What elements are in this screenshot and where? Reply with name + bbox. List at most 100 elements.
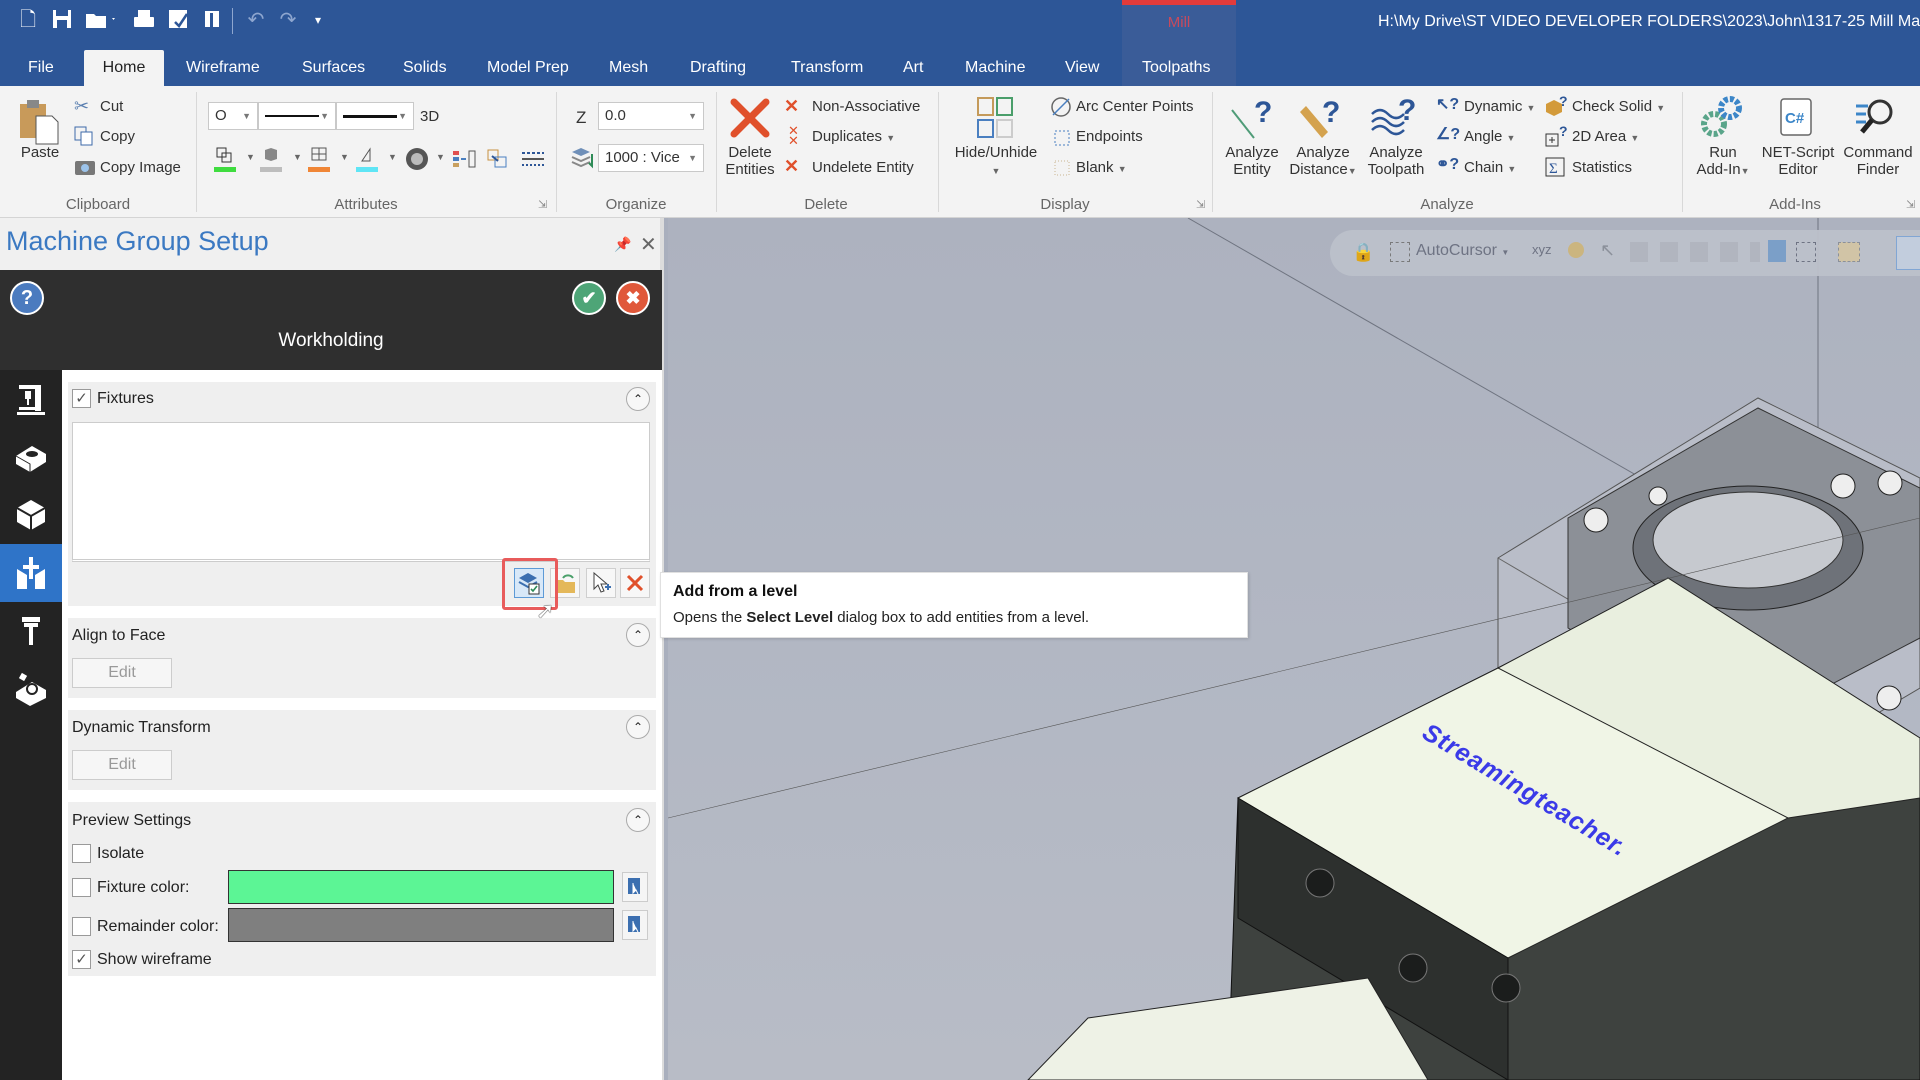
delete-entities-icon[interactable] <box>728 96 772 145</box>
command-finder-icon[interactable] <box>1854 96 1898 143</box>
command-finder-button[interactable]: Command Finder <box>1838 144 1918 178</box>
open-icon[interactable] <box>84 8 118 32</box>
collapse-fixtures-icon[interactable]: ⌃ <box>626 387 650 411</box>
cancel-button[interactable]: ✖ <box>616 281 650 315</box>
analyze-entity-button[interactable]: Analyze Entity <box>1218 144 1286 178</box>
arc-center-points-button[interactable]: Arc Center Points <box>1076 98 1194 115</box>
hide-unhide-button[interactable]: Hide/Unhide ▼ <box>944 144 1048 180</box>
copy-icon[interactable] <box>74 126 94 151</box>
level-select[interactable]: 1000 : Vice ▼ <box>598 144 704 172</box>
pin-icon[interactable]: 📌 <box>614 236 631 253</box>
display-launcher-icon[interactable]: ⇲ <box>1196 198 1205 211</box>
fixture-color-picker-button[interactable] <box>622 872 648 902</box>
selection-mode-icons[interactable] <box>1630 242 1760 262</box>
tab-mesh[interactable]: Mesh <box>597 50 660 86</box>
angle-button[interactable]: Angle ▼ <box>1464 128 1515 145</box>
analyze-distance-button[interactable]: Analyze Distance▼ <box>1284 144 1362 180</box>
close-panel-icon[interactable]: ✕ <box>640 232 657 257</box>
save-as-icon[interactable] <box>166 8 190 32</box>
line-style-select[interactable]: ▼ <box>258 102 336 130</box>
collapse-align-to-face-icon[interactable]: ⌃ <box>626 623 650 647</box>
angle-icon[interactable]: ∠? <box>1436 124 1460 144</box>
window-select-icon[interactable] <box>1796 242 1816 262</box>
dynamic-transform-edit-button[interactable]: Edit <box>72 750 172 780</box>
copy-button[interactable]: Copy <box>100 128 135 145</box>
print-icon[interactable] <box>132 8 156 32</box>
line-width-select[interactable]: ▼ <box>336 102 414 130</box>
check-solid-icon[interactable]: ? <box>1544 93 1570 123</box>
new-file-icon[interactable]: 🗋 <box>16 8 40 32</box>
tab-view[interactable]: View <box>1053 50 1111 86</box>
chain-button[interactable]: Chain ▼ <box>1464 159 1516 176</box>
chevron-down-icon[interactable]: ▼ <box>436 152 445 162</box>
solid-color-icon[interactable] <box>258 146 284 179</box>
blank-icon[interactable] <box>1052 158 1072 183</box>
select-cursor-icon[interactable]: ↖ <box>1600 240 1615 261</box>
analyze-toolpath-icon[interactable]: ? <box>1370 94 1420 147</box>
undelete-icon[interactable]: ✕ <box>784 156 799 177</box>
xyz-icon[interactable]: xyz <box>1532 242 1552 257</box>
chevron-down-icon[interactable]: ▼ <box>246 152 255 162</box>
tab-drafting[interactable]: Drafting <box>678 50 758 86</box>
sidebar-item-solid[interactable] <box>0 486 62 544</box>
chevron-down-icon[interactable]: ▼ <box>388 152 397 162</box>
show-wireframe-checkbox[interactable]: ✓ <box>72 950 91 969</box>
cut-icon[interactable]: ✂ <box>74 96 89 117</box>
levels-icon[interactable] <box>570 146 596 175</box>
isolate-checkbox[interactable] <box>72 844 91 863</box>
tab-machine[interactable]: Machine <box>953 50 1037 86</box>
origin-icon[interactable] <box>1568 242 1584 258</box>
tab-home[interactable]: Home <box>84 50 164 86</box>
merge-icon[interactable] <box>200 8 224 32</box>
align-to-face-edit-button[interactable]: Edit <box>72 658 172 688</box>
run-add-in-button[interactable]: Run Add-In▼ <box>1688 144 1758 180</box>
collapse-preview-settings-icon[interactable]: ⌃ <box>626 808 650 832</box>
sidebar-item-fixture-setup[interactable] <box>0 660 62 718</box>
sidebar-item-workholding[interactable] <box>0 544 62 602</box>
tab-transform[interactable]: Transform <box>779 50 875 86</box>
cut-button[interactable]: Cut <box>100 98 123 115</box>
remainder-color-checkbox[interactable] <box>72 917 91 936</box>
autocursor-dropdown[interactable]: AutoCursor ▼ <box>1416 242 1509 260</box>
chain-icon[interactable]: ⚭? <box>1436 154 1459 174</box>
tab-model-prep[interactable]: Model Prep <box>475 50 581 86</box>
analyze-distance-icon[interactable]: ? <box>1296 94 1344 147</box>
statistics-button[interactable]: Statistics <box>1572 159 1632 176</box>
area-select-icon[interactable] <box>1838 242 1860 262</box>
analyze-entity-icon[interactable]: ? <box>1228 94 1276 147</box>
arc-center-points-icon[interactable] <box>1050 96 1072 123</box>
z-depth-input[interactable]: 0.0 ▼ <box>598 102 704 130</box>
duplicates-button[interactable]: Duplicates ▼ <box>812 128 895 145</box>
add-ins-launcher-icon[interactable]: ⇲ <box>1906 198 1915 211</box>
point-style-select[interactable]: O ▼ <box>208 102 258 130</box>
dynamic-analyze-icon[interactable]: ↖? <box>1436 94 1459 114</box>
delete-entities-button[interactable]: Delete Entities <box>718 144 782 178</box>
redo-icon[interactable]: ↷ <box>276 8 300 32</box>
entity-color-icon[interactable] <box>354 146 380 179</box>
attribute-manager-icon[interactable] <box>520 150 546 175</box>
chevron-down-icon[interactable]: ▼ <box>293 152 302 162</box>
verify-selection-button[interactable] <box>1896 236 1920 270</box>
tab-file[interactable]: File <box>16 50 66 86</box>
copy-image-button[interactable]: Copy Image <box>100 159 181 176</box>
2d-area-icon[interactable]: ? <box>1544 123 1570 153</box>
set-all-icon[interactable] <box>452 148 478 175</box>
attributes-launcher-icon[interactable]: ⇲ <box>538 198 547 211</box>
remainder-color-swatch[interactable] <box>228 908 614 942</box>
2d-area-button[interactable]: 2D Area ▼ <box>1572 128 1639 145</box>
endpoints-button[interactable]: Endpoints <box>1076 128 1143 145</box>
tab-art[interactable]: Art <box>891 50 935 86</box>
tab-solids[interactable]: Solids <box>391 50 459 86</box>
remove-fixture-button[interactable] <box>620 568 650 598</box>
surface-color-icon[interactable] <box>306 146 332 179</box>
non-associative-button[interactable]: Non-Associative <box>812 98 920 115</box>
tab-surfaces[interactable]: Surfaces <box>290 50 377 86</box>
sidebar-item-tool[interactable] <box>0 602 62 660</box>
ok-button[interactable]: ✔ <box>572 281 606 315</box>
sidebar-item-machine[interactable] <box>0 370 62 428</box>
customize-quick-access-icon[interactable]: ▾ <box>306 8 330 32</box>
net-script-editor-icon[interactable]: C# <box>1776 96 1816 143</box>
help-icon[interactable]: ? <box>10 281 44 315</box>
analyze-toolpath-button[interactable]: Analyze Toolpath <box>1362 144 1430 178</box>
3d-mode-toggle[interactable]: 3D <box>420 108 439 125</box>
